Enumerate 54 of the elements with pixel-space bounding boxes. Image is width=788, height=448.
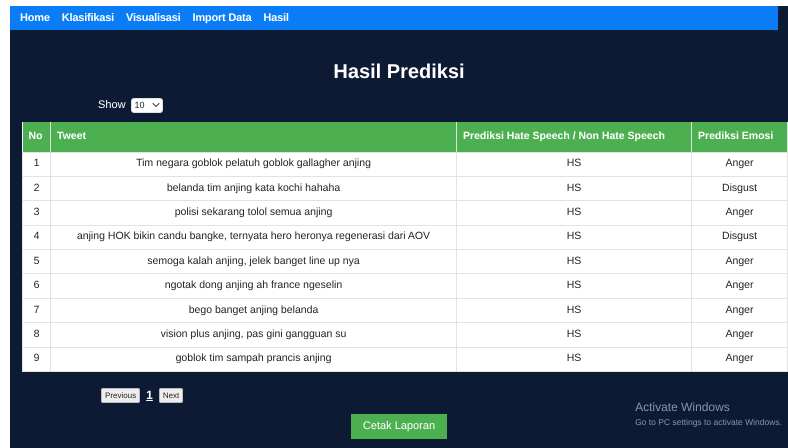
previous-button[interactable]: Previous bbox=[101, 388, 140, 403]
page-link[interactable]: 1 bbox=[146, 386, 153, 404]
table-cell: Anger bbox=[692, 322, 788, 348]
table-cell: goblok tim sampah prancis anjing bbox=[50, 347, 456, 372]
table-cell: Anger bbox=[692, 250, 788, 274]
table-cell: 2 bbox=[22, 176, 50, 201]
table-cell: 4 bbox=[22, 225, 50, 250]
column-header: Tweet bbox=[50, 122, 456, 152]
entries-select[interactable]: 10 bbox=[130, 98, 163, 112]
table-cell: HS bbox=[456, 225, 692, 250]
next-button[interactable]: Next bbox=[158, 388, 184, 403]
table-cell: Tim negara goblok pelatuh goblok gallagher anjing bbox=[50, 152, 456, 176]
table-cell: Disgust bbox=[692, 225, 788, 250]
table-cell: vision plus anjing, pas gini gangguan su bbox=[50, 322, 456, 348]
table-cell: bego banget anjing belanda bbox=[50, 298, 456, 323]
nav-link[interactable]: Hasil bbox=[263, 10, 289, 26]
table-cell: Anger bbox=[692, 298, 788, 323]
column-header: No bbox=[22, 122, 50, 152]
table-cell: ngotak dong anjing ah france ngeselin bbox=[50, 274, 456, 298]
column-header: Prediksi Hate Speech / Non Hate Speech bbox=[456, 122, 692, 152]
table-cell: 8 bbox=[22, 322, 50, 348]
table-cell: semoga kalah anjing, jelek banget line up nya bbox=[50, 250, 456, 274]
table-cell: HS bbox=[456, 298, 692, 323]
table-cell: 3 bbox=[22, 200, 50, 226]
nav-link[interactable]: Klasifikasi bbox=[62, 10, 114, 26]
activation-title: Activate Windows bbox=[635, 399, 731, 416]
table-cell: 6 bbox=[22, 274, 50, 298]
table-cell: belanda tim anjing kata kochi hahaha bbox=[50, 176, 456, 201]
table-cell: HS bbox=[456, 274, 692, 298]
table-cell: anjing HOK bikin candu bangke, ternyata hero heronya regenerasi dari AOV bbox=[50, 225, 456, 250]
table-cell: 5 bbox=[22, 250, 50, 274]
show-label: Show bbox=[98, 98, 126, 113]
column-header: Prediksi Emosi bbox=[692, 122, 788, 152]
table-cell: Disgust bbox=[692, 176, 788, 201]
table-cell: HS bbox=[456, 152, 692, 176]
table-cell: HS bbox=[456, 322, 692, 348]
table-cell: Anger bbox=[692, 274, 788, 298]
table-cell: HS bbox=[456, 176, 692, 201]
table-cell: polisi sekarang tolol semua anjing bbox=[50, 200, 456, 226]
nav-link[interactable]: Import Data bbox=[192, 10, 252, 26]
page-title: Hasil Prediksi bbox=[332, 60, 466, 84]
table-cell: HS bbox=[456, 250, 692, 274]
print-report-button[interactable]: Cetak Laporan bbox=[350, 414, 448, 440]
nav-link[interactable]: Home bbox=[20, 10, 50, 26]
table-cell: Anger bbox=[692, 152, 788, 176]
table-cell: HS bbox=[456, 347, 692, 372]
activation-text: Go to PC settings to activate Windows. bbox=[635, 416, 782, 429]
table-cell: Anger bbox=[692, 347, 788, 372]
table-cell: 1 bbox=[22, 152, 50, 176]
nav-link[interactable]: Visualisasi bbox=[126, 10, 180, 26]
table-cell: 7 bbox=[22, 298, 50, 323]
table-cell: 9 bbox=[22, 347, 50, 372]
table-cell: HS bbox=[456, 200, 692, 226]
table-cell: Anger bbox=[692, 200, 788, 226]
